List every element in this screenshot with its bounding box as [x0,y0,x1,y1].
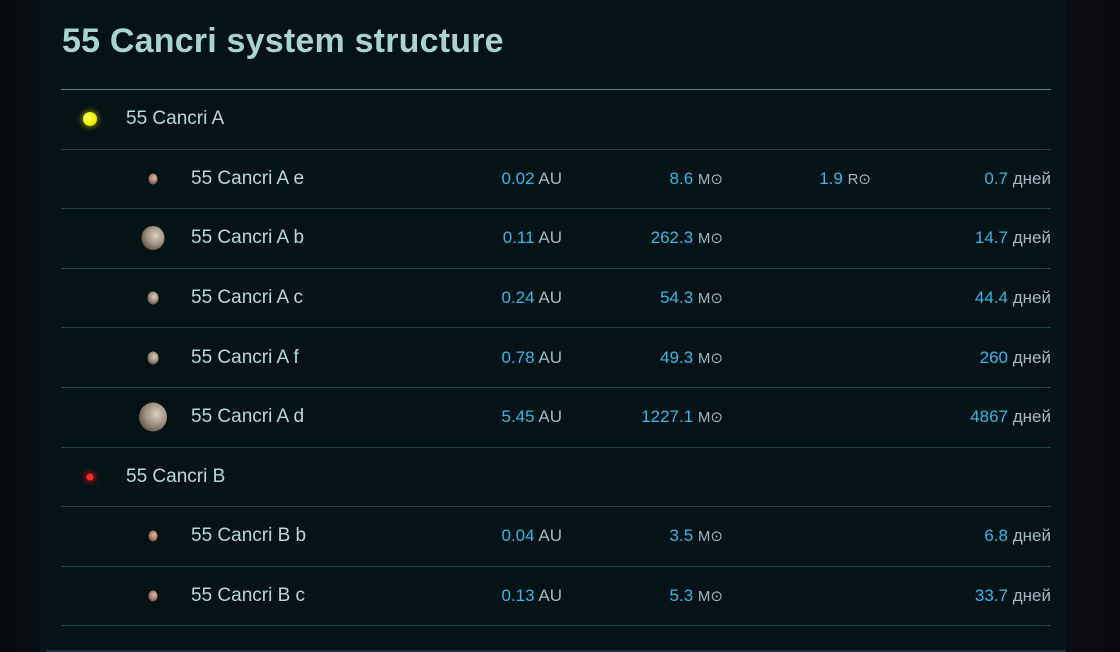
page-title: 55 Cancri system structure [62,22,504,60]
star-row[interactable]: 55 Cancri B [61,448,1051,508]
planet-name: 55 Cancri B b [191,525,307,547]
planet-icon [148,590,158,602]
planet-row[interactable]: 55 Cancri A c 0.24 AU 54.3 M⊙ 44.4 дней [61,269,1051,329]
orbital-period: 4867 дней [970,407,1051,427]
planet-row[interactable]: 55 Cancri A d 5.45 AU 1227.1 M⊙ 4867 дне… [61,388,1051,448]
star-name: 55 Cancri B [126,465,226,487]
planet-mass: 49.3 M⊙ [660,347,723,367]
planet-row[interactable]: 55 Cancri B c 0.13 AU 5.3 M⊙ 33.7 дней [61,567,1051,627]
semi-major-axis: 5.45 AU [501,407,562,427]
semi-major-axis: 0.78 AU [501,347,562,367]
planet-row[interactable]: 55 Cancri A b 0.11 AU 262.3 M⊙ 14.7 дней [61,209,1051,269]
planet-name: 55 Cancri A e [191,167,305,189]
red-star-icon [86,473,94,481]
left-background-edge [0,0,46,652]
planet-icon [148,530,158,542]
planet-name: 55 Cancri A b [191,227,305,249]
planet-mass: 5.3 M⊙ [669,586,723,606]
planet-icon [147,351,159,365]
planet-icon [148,173,158,185]
planet-mass: 8.6 M⊙ [669,168,723,188]
semi-major-axis: 0.02 AU [501,168,562,188]
planet-row[interactable]: 55 Cancri A f 0.78 AU 49.3 M⊙ 260 дней [61,328,1051,388]
orbital-period: 33.7 дней [974,586,1051,606]
semi-major-axis: 0.11 AU [502,228,562,248]
yellow-star-icon [83,112,97,127]
planet-mass: 1227.1 M⊙ [641,407,723,427]
semi-major-axis: 0.04 AU [501,526,562,546]
planet-radius: 1.9 R⊙ [819,168,871,188]
planet-name: 55 Cancri A f [191,346,299,368]
orbital-period: 14.7 дней [974,228,1051,248]
planet-icon [141,226,165,251]
planet-mass: 54.3 M⊙ [660,288,723,308]
orbital-period: 6.8 дней [984,526,1051,546]
orbital-period: 44.4 дней [974,288,1051,308]
semi-major-axis: 0.24 AU [501,288,562,308]
planet-name: 55 Cancri A d [191,406,305,428]
system-list: 55 Cancri A 55 Cancri A e 0.02 AU 8.6 M⊙… [61,90,1051,627]
planet-mass: 3.5 M⊙ [669,526,723,546]
planet-icon [139,402,167,432]
planet-row[interactable]: 55 Cancri B b 0.04 AU 3.5 M⊙ 6.8 дней [61,507,1051,567]
orbital-period: 260 дней [979,347,1051,367]
planet-row[interactable]: 55 Cancri A e 0.02 AU 8.6 M⊙ 1.9 R⊙ 0.7 … [61,150,1051,210]
star-name: 55 Cancri A [126,108,225,130]
planet-icon [147,291,159,305]
system-structure-panel: 55 Cancri system structure 55 Cancri A 5… [46,0,1066,652]
orbital-period: 0.7 дней [984,168,1051,188]
right-background-edge [1066,0,1120,652]
semi-major-axis: 0.13 AU [501,586,562,606]
star-row[interactable]: 55 Cancri A [61,90,1051,150]
planet-mass: 262.3 M⊙ [650,228,723,248]
planet-name: 55 Cancri A c [191,287,303,309]
planet-name: 55 Cancri B c [191,585,306,607]
